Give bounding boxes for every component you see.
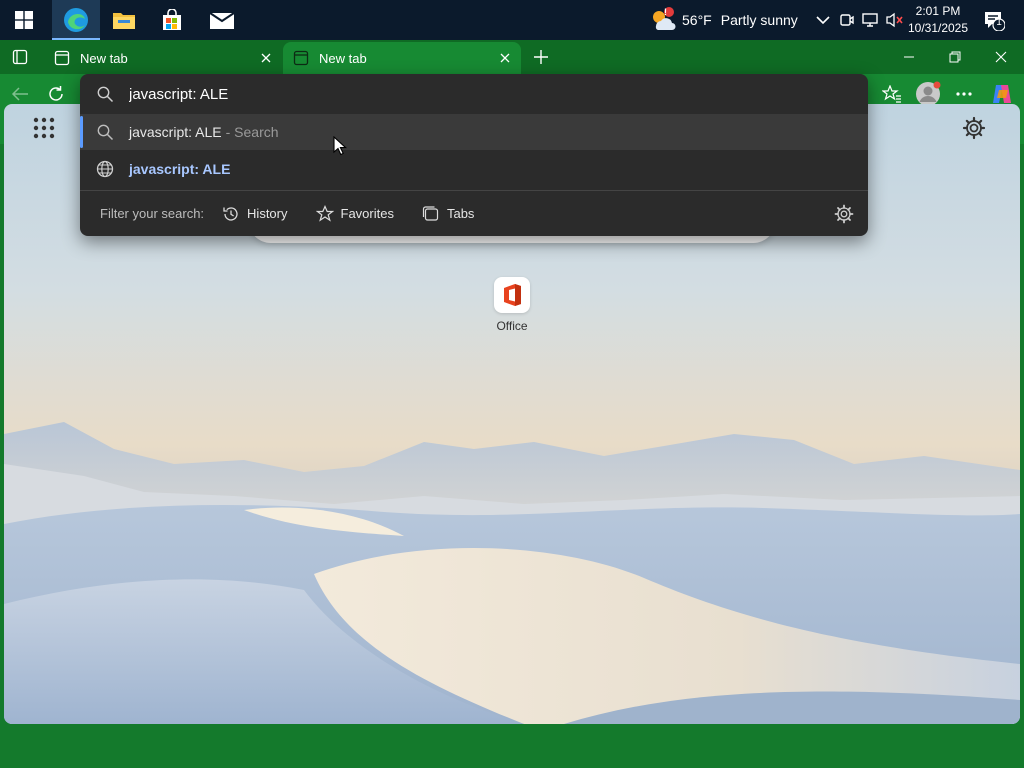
filter-chip-label: History	[247, 206, 288, 221]
close-icon	[995, 51, 1007, 63]
tab-new-tab-2[interactable]: New tab	[283, 42, 521, 74]
quick-link-label: Office	[496, 319, 528, 333]
close-window-button[interactable]	[978, 40, 1024, 74]
partly-sunny-icon	[653, 7, 676, 30]
tab-title: New tab	[80, 50, 128, 66]
network-button[interactable]	[861, 10, 881, 30]
apps-launcher-button[interactable]	[32, 116, 56, 140]
newtab-page-icon	[54, 50, 70, 66]
office-icon	[504, 284, 521, 306]
weather-button[interactable]	[650, 6, 676, 32]
address-bar-dropdown: javascript: ALE - Search javascript: ALE…	[80, 74, 868, 236]
grid-icon	[33, 117, 55, 139]
tab-actions-icon	[12, 49, 28, 65]
taskbar-file-explorer-button[interactable]	[100, 0, 148, 40]
meet-now-button[interactable]	[837, 10, 857, 30]
new-tab-button[interactable]	[525, 41, 557, 73]
suggestion-url[interactable]: javascript: ALE	[80, 151, 868, 187]
chevron-up-icon	[816, 16, 830, 25]
store-icon	[163, 9, 181, 30]
minimize-button[interactable]	[886, 40, 932, 74]
network-icon	[862, 13, 878, 27]
filter-chip-label: Favorites	[340, 206, 394, 221]
start-button[interactable]	[0, 0, 48, 40]
notification-count: 1	[996, 17, 1002, 28]
volume-muted-icon	[886, 12, 903, 28]
taskbar-mail-button[interactable]	[198, 0, 246, 40]
gear-icon[interactable]	[834, 204, 854, 224]
show-hidden-icons-button[interactable]	[813, 10, 833, 30]
folder-icon	[113, 13, 135, 29]
weather-condition-text: Partly sunny	[720, 12, 798, 28]
filter-chip-label: Tabs	[446, 206, 475, 221]
tab-title: New tab	[319, 50, 367, 66]
address-bar-input[interactable]	[129, 85, 729, 103]
camera-icon	[840, 14, 854, 26]
search-filter-row: Filter your search: History Favorites Ta…	[80, 191, 868, 236]
filter-chip-tabs[interactable]: Tabs	[422, 205, 475, 222]
search-icon	[97, 124, 114, 141]
page-settings-button[interactable]	[962, 116, 986, 140]
windows-icon	[15, 11, 33, 29]
refresh-icon	[49, 86, 63, 101]
suggestion-text: javascript: ALE	[129, 161, 231, 177]
weather-temp[interactable]: 56°F Partly sunny	[682, 0, 798, 40]
restore-button[interactable]	[932, 40, 978, 74]
weather-alert-badge: !	[664, 7, 667, 17]
quick-link-office[interactable]: Office	[484, 277, 540, 333]
suggestion-search[interactable]: javascript: ALE - Search	[80, 114, 868, 150]
tab-strip: New tab New tab	[0, 40, 1024, 74]
suggestion-text: javascript: ALE	[129, 124, 222, 140]
close-icon[interactable]	[258, 50, 274, 66]
gear-icon	[962, 116, 986, 140]
taskbar-edge-button[interactable]	[52, 0, 100, 40]
taskbar-clock[interactable]: 2:01 PM 10/31/2025	[906, 3, 970, 37]
address-bar[interactable]	[80, 74, 868, 114]
star-icon	[315, 204, 334, 222]
taskbar: ! 56°F Partly sunny 2:01 PM 10/31/2025 1	[0, 0, 1024, 40]
mail-icon	[210, 12, 234, 29]
filter-chip-favorites[interactable]: Favorites	[315, 204, 394, 223]
filter-chip-history[interactable]: History	[222, 205, 288, 223]
plus-icon	[534, 50, 548, 64]
edge-icon	[64, 8, 88, 32]
volume-button[interactable]	[885, 10, 905, 30]
favorites-star-icon	[882, 85, 901, 103]
taskbar-store-button[interactable]	[148, 0, 196, 40]
history-icon	[223, 206, 238, 221]
more-icon	[956, 92, 972, 96]
office-logo	[494, 277, 530, 313]
tabs-icon	[422, 205, 439, 221]
globe-icon	[96, 160, 114, 178]
arrow-left-icon	[11, 87, 28, 101]
restore-icon	[949, 51, 961, 63]
close-icon[interactable]	[497, 50, 513, 66]
clock-time: 2:01 PM	[915, 4, 961, 18]
search-icon	[97, 86, 114, 103]
copilot-icon	[993, 85, 1011, 103]
newtab-page-icon	[293, 50, 309, 66]
filter-label: Filter your search:	[100, 206, 205, 221]
suggestion-suffix: - Search	[225, 124, 279, 140]
mouse-cursor-icon	[333, 136, 347, 156]
tab-new-tab-1[interactable]: New tab	[44, 42, 282, 74]
minimize-icon	[904, 56, 914, 58]
tab-actions-button[interactable]	[4, 41, 36, 73]
clock-date: 10/31/2025	[907, 21, 969, 35]
weather-temp-text: 56°F	[682, 12, 712, 28]
